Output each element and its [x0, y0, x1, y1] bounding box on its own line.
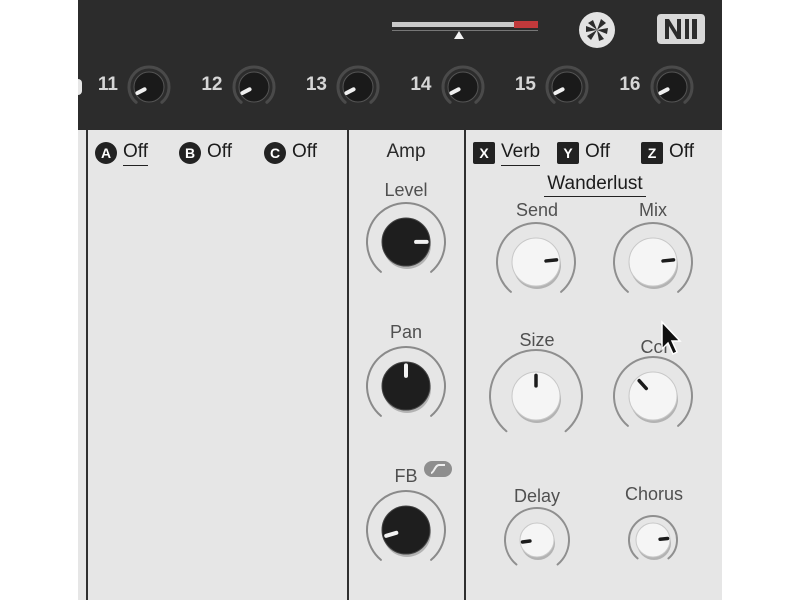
- macro-label: 13: [305, 74, 327, 95]
- column-divider: [86, 130, 88, 600]
- slot-value[interactable]: Verb: [501, 141, 541, 166]
- macro-knob[interactable]: [126, 64, 172, 110]
- output-level-meter[interactable]: [392, 19, 538, 39]
- macro-knob[interactable]: [440, 64, 486, 110]
- chorus-knob-label: Chorus: [624, 484, 684, 504]
- slot-badge: C: [264, 142, 286, 164]
- macro-label: 15: [514, 74, 536, 95]
- fb-knob[interactable]: [363, 487, 449, 573]
- meter-peak-indicator: [514, 21, 538, 28]
- mix-knob[interactable]: [610, 219, 696, 305]
- col-knob[interactable]: [610, 353, 696, 439]
- slot-value[interactable]: Off: [669, 141, 694, 163]
- macro-16: 16: [607, 65, 693, 106]
- meter-marker-icon[interactable]: [454, 31, 465, 39]
- panel-edge-tab[interactable]: [78, 79, 82, 95]
- slot-value[interactable]: Off: [585, 141, 610, 163]
- slot-badge: B: [179, 142, 201, 164]
- native-instruments-logo: [657, 14, 705, 44]
- fb-mode-toggle-icon[interactable]: [423, 460, 453, 478]
- macro-14: 14: [398, 65, 484, 106]
- macro-knob[interactable]: [231, 64, 277, 110]
- mouse-cursor-icon: [661, 320, 682, 356]
- macro-12: 12: [189, 65, 275, 106]
- delay-knob[interactable]: [502, 505, 572, 575]
- macro-15: 15: [502, 65, 589, 106]
- send-knob[interactable]: [493, 219, 579, 305]
- column-divider: [464, 130, 466, 600]
- effect-name-title[interactable]: Wanderlust: [544, 173, 646, 197]
- macro-13: 13: [293, 65, 380, 106]
- amp-section-title: Amp: [386, 141, 426, 162]
- slot-value[interactable]: Off: [292, 141, 317, 163]
- macro-knob[interactable]: [335, 64, 381, 110]
- column-divider: [347, 130, 349, 600]
- slot-value[interactable]: Off: [123, 141, 148, 166]
- size-knob[interactable]: [486, 346, 586, 446]
- level-knob-label: Level: [384, 180, 428, 200]
- chorus-knob[interactable]: [626, 513, 680, 567]
- slot-value[interactable]: Off: [207, 141, 232, 163]
- level-knob[interactable]: [363, 199, 449, 285]
- slot-badge: Y: [557, 142, 579, 164]
- pan-knob-label: Pan: [389, 322, 423, 342]
- macro-label: 14: [410, 74, 432, 95]
- macro-label: 11: [97, 74, 118, 95]
- delay-knob-label: Delay: [513, 486, 561, 506]
- snapshot-icon[interactable]: [578, 11, 616, 49]
- macro-11: 11: [84, 65, 171, 106]
- macro-knob[interactable]: [544, 64, 590, 110]
- header-bar: 11 12 13 14 15 16: [78, 0, 722, 130]
- meter-fill: [392, 22, 515, 27]
- macro-label: 16: [619, 74, 641, 95]
- slot-badge: Z: [641, 142, 663, 164]
- slot-badge: A: [95, 142, 117, 164]
- macro-knob[interactable]: [649, 64, 695, 110]
- macro-label: 12: [201, 74, 223, 95]
- send-knob-label: Send: [515, 200, 559, 220]
- mix-knob-label: Mix: [639, 200, 667, 220]
- pan-knob[interactable]: [363, 343, 449, 429]
- instrument-panel: 11 12 13 14 15 16 A Off B Off C Off Amp Level…: [78, 0, 722, 600]
- slot-badge: X: [473, 142, 495, 164]
